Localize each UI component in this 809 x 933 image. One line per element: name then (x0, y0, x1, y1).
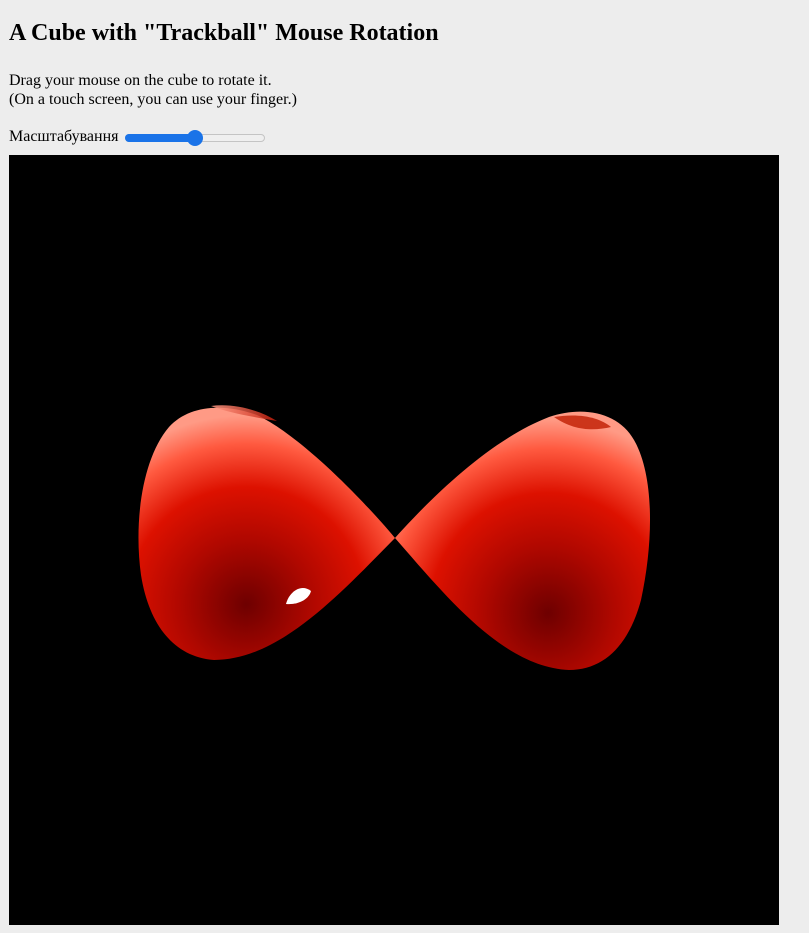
webgl-canvas[interactable] (9, 155, 779, 925)
zoom-slider[interactable] (124, 127, 265, 147)
instructions: Drag your mouse on the cube to rotate it… (9, 71, 809, 109)
zoom-slider-thumb[interactable] (186, 130, 203, 146)
right-lobe (395, 411, 651, 670)
left-lobe (138, 407, 395, 660)
zoom-label: Масштабування (9, 128, 119, 145)
instruction-line-2: (On a touch screen, you can use your fin… (9, 91, 297, 108)
zoom-slider-fill (124, 134, 195, 142)
rendered-object[interactable] (9, 155, 779, 925)
instruction-line-1: Drag your mouse on the cube to rotate it… (9, 72, 272, 89)
page-title: A Cube with "Trackball" Mouse Rotation (9, 20, 439, 46)
zoom-control: Масштабування (9, 127, 809, 147)
